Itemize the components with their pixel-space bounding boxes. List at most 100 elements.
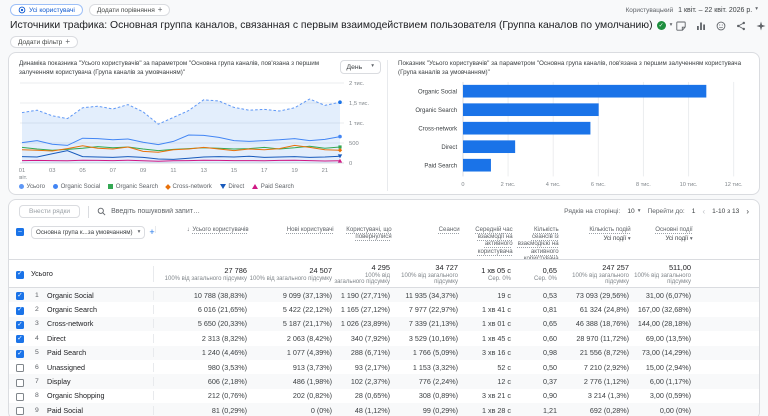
legend-marker-circle	[53, 184, 59, 189]
svg-text:6 тис.: 6 тис.	[591, 182, 606, 188]
svg-text:11: 11	[170, 168, 176, 174]
column-header[interactable]: ↓ Усього користувачів	[154, 226, 251, 234]
metric-cell: 28 970 (11,72%)	[576, 333, 629, 343]
metric-cell: 6,00 (1,17%)	[649, 377, 691, 387]
table-toolbar: Внести рядки Рядків на сторінці: 10▾ Пер…	[9, 200, 759, 223]
row-checkbox[interactable]: ✓	[16, 320, 24, 329]
legend-label: Cross-network	[172, 183, 212, 190]
metric-cell: 1 026 (23,89%)	[340, 319, 390, 329]
legend-item: Cross-network	[165, 183, 212, 190]
row-checkbox[interactable]	[16, 407, 24, 416]
granularity-select[interactable]: День ▾	[339, 60, 381, 74]
report-title-row: Источники трафика: Основная группа канал…	[0, 17, 768, 31]
svg-text:19: 19	[291, 168, 297, 174]
top-bar: Усі користувачі Додати порівняння + Кори…	[0, 0, 768, 17]
row-number: 3	[35, 320, 39, 328]
next-page-icon[interactable]: ›	[746, 207, 749, 216]
metric-cell: 0,81	[543, 305, 557, 315]
svg-text:Direct: Direct	[441, 145, 457, 151]
metric-cell: 9 099 (37,13%)	[282, 290, 332, 300]
dimension-select[interactable]: Основна група к...за умовчанням) ▾	[31, 226, 146, 239]
channel-name: Paid Search	[47, 348, 87, 358]
row-checkbox[interactable]	[16, 392, 24, 401]
row-number: 7	[35, 378, 39, 386]
svg-text:2 тис.: 2 тис.	[349, 81, 365, 87]
totals-cell: 1 хв 05 с Сер. 0%	[460, 266, 513, 282]
column-event-select[interactable]: Усі події ▾	[561, 235, 630, 243]
goto-page-input[interactable]: 1	[692, 208, 696, 215]
search-icon	[97, 207, 106, 216]
column-header[interactable]: Кількість подій Усі події ▾	[561, 226, 633, 243]
row-checkbox[interactable]: ✓	[16, 349, 24, 358]
column-header[interactable]: Нові користувачі	[251, 226, 336, 233]
totals-label: Усього	[31, 269, 53, 278]
notes-icon[interactable]	[676, 21, 686, 31]
audience-chip[interactable]: Усі користувачі	[10, 4, 83, 16]
metric-cell: 0,60	[543, 333, 557, 343]
row-checkbox[interactable]: ✓	[16, 270, 24, 279]
metric-cell: 3 214 (1,3%)	[587, 391, 629, 401]
bar-chart-icon[interactable]	[696, 21, 706, 31]
totals-subtext: 100% від загального підсумку	[634, 272, 691, 285]
column-header[interactable]: Сеанси	[394, 226, 462, 233]
chevron-down-icon: ▾	[371, 63, 374, 70]
metric-cell: 3 хв 21 с	[482, 391, 511, 401]
table-row: ✓ 2 Organic Search 6 016 (21,65%) 5 422 (22,…	[9, 302, 759, 316]
totals-value: 1 хв 05 с	[481, 265, 511, 275]
metric-cell: 288 (6,71%)	[350, 348, 390, 358]
column-header[interactable]: Середній час взаємодії на активного кори…	[462, 226, 515, 255]
page-range: 1-10 з 13	[712, 208, 740, 215]
add-comparison-chip[interactable]: Додати порівняння +	[88, 4, 171, 16]
row-checkbox[interactable]: ✓	[16, 335, 24, 344]
row-checkbox[interactable]	[16, 364, 24, 373]
metric-cell: 3,00 (0,59%)	[649, 391, 691, 401]
column-header[interactable]: Кількість сеансів із взаємодією на актив…	[515, 226, 561, 259]
channel-name: Display	[47, 377, 71, 387]
chevron-down-icon[interactable]: ▾	[670, 22, 673, 29]
totals-cell: 511,00 100% від загального підсумку	[631, 263, 693, 285]
insights-icon[interactable]	[756, 21, 766, 31]
metric-cell: 1 077 (4,39%)	[286, 348, 332, 358]
table-row: ✓ 1 Organic Social 10 788 (38,83%) 9 099 (37…	[9, 288, 759, 303]
column-header[interactable]: Користувачі, що повернулися	[336, 226, 394, 240]
svg-text:03: 03	[49, 168, 55, 174]
chevron-down-icon: ▾	[637, 207, 641, 214]
table-body: ✓ 1 Organic Social 10 788 (38,83%) 9 099 (37…	[9, 288, 759, 416]
row-checkbox[interactable]: ✓	[16, 292, 24, 301]
chevron-down-icon: ▾	[755, 6, 758, 13]
svg-text:13: 13	[200, 168, 206, 174]
legend-marker-circle	[19, 184, 24, 189]
data-quality-check-icon[interactable]: ✓	[656, 21, 666, 30]
svg-text:квіт.: квіт.	[19, 175, 28, 181]
column-event-select-value: Усі події	[665, 235, 690, 243]
totals-cell: 27 786 100% від загального підсумку	[153, 265, 249, 282]
search-input[interactable]	[111, 208, 292, 215]
column-header-label: Середній час взаємодії на активного кори…	[475, 226, 513, 255]
row-checkbox[interactable]	[16, 378, 24, 387]
row-checkbox[interactable]: ✓	[16, 306, 24, 315]
metric-cell: 0,37	[543, 377, 557, 387]
row-checkbox-cell	[9, 405, 31, 416]
column-event-select[interactable]: Усі події ▾	[633, 235, 692, 243]
metric-cell: 28 (0,65%)	[354, 391, 390, 401]
select-all-checkbox[interactable]: –	[16, 228, 24, 236]
svg-text:Organic Search: Organic Search	[415, 108, 457, 114]
table-row: 8 Organic Shopping 212 (0,76%) 202 (0,82%) 2…	[9, 389, 759, 403]
metric-cell: 31,00 (6,07%)	[645, 290, 691, 300]
legend-item: Direct	[219, 183, 244, 190]
table-header-row: – Основна група к...за умовчанням) ▾ + ↓…	[9, 223, 759, 260]
goto-label: Перейти до:	[647, 208, 685, 215]
metric-cell: 308 (0,89%)	[418, 391, 458, 401]
date-range-picker[interactable]: 1 квіт. – 22 квіт. 2026 р. ▾	[678, 7, 758, 14]
legend-label: Organic Search	[115, 183, 159, 190]
rows-per-page-select[interactable]: 10 ▾	[627, 208, 640, 215]
table-totals-row: ✓ Усього 27 786 100% від загального підсумк…	[9, 260, 759, 288]
column-header[interactable]: Основні події Усі події ▾	[633, 226, 695, 243]
row-selector-button[interactable]: Внести рядки	[19, 205, 81, 218]
add-filter-chip[interactable]: Додати фільтр +	[10, 36, 78, 48]
metric-cell: 73 093 (29,56%)	[575, 290, 629, 300]
share-icon[interactable]	[736, 21, 746, 31]
feedback-icon[interactable]	[716, 21, 726, 31]
totals-value: 247 257	[602, 262, 629, 272]
previous-page-icon[interactable]: ‹	[702, 207, 705, 216]
